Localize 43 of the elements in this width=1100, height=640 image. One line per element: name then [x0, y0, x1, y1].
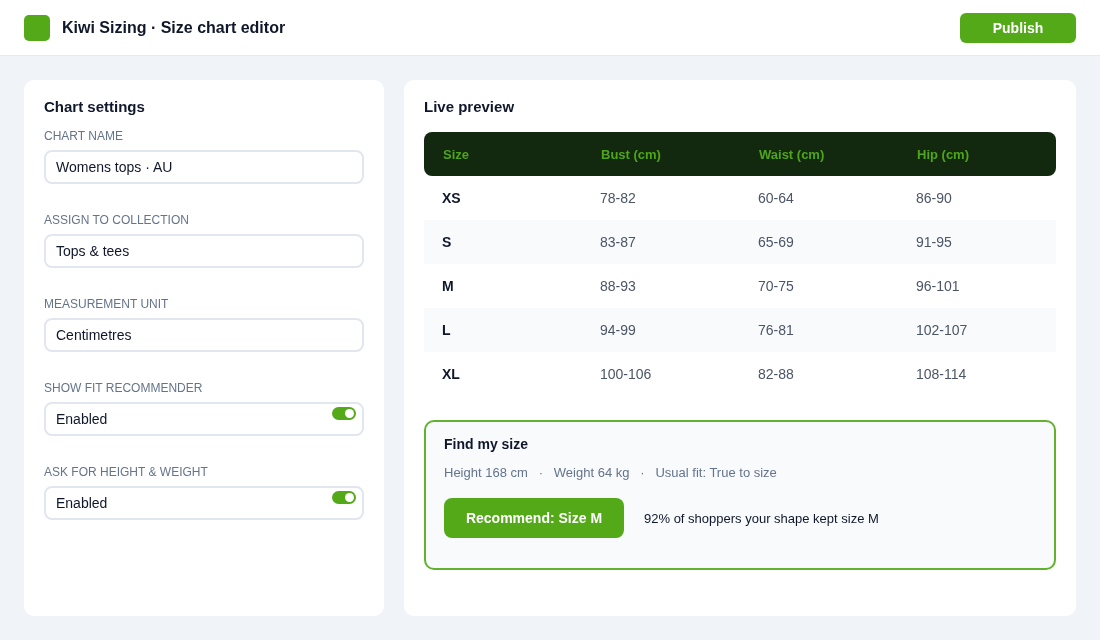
- logo-icon: [24, 14, 50, 41]
- table-cell: 60-64: [758, 190, 794, 206]
- field-label: MEASUREMENT UNIT: [44, 296, 170, 312]
- table-cell: 94-99: [600, 322, 636, 338]
- input-field[interactable]: Womens tops · AU: [44, 150, 364, 184]
- recommender-title: Find my size: [444, 435, 529, 453]
- column-header: Hip (cm): [917, 146, 969, 162]
- table-cell: 96-101: [916, 278, 960, 294]
- table-cell: 76-81: [758, 322, 794, 338]
- table-cell: 78-82: [600, 190, 636, 206]
- field-label: SHOW FIT RECOMMENDER: [44, 380, 204, 396]
- field-label: CHART NAME: [44, 128, 124, 144]
- table-cell: 65-69: [758, 234, 794, 250]
- table-cell: 100-106: [600, 366, 652, 382]
- size-cell: M: [442, 278, 454, 294]
- size-cell: L: [442, 322, 451, 338]
- table-cell: 86-90: [916, 190, 952, 206]
- field-label: ASSIGN TO COLLECTION: [44, 212, 190, 228]
- size-cell: XS: [442, 190, 461, 206]
- table-cell: 91-95: [916, 234, 952, 250]
- table-cell: 83-87: [600, 234, 636, 250]
- input-field[interactable]: Tops & tees: [44, 234, 364, 268]
- table-cell: 102-107: [916, 322, 968, 338]
- table-cell: 88-93: [600, 278, 636, 294]
- recommender-details: Height 168 cm · Weight 64 kg · Usual fit: True to size: [444, 465, 777, 481]
- input-field[interactable]: Centimetres: [44, 318, 364, 352]
- column-header: Bust (cm): [601, 146, 661, 162]
- panel-title: Live preview: [424, 98, 516, 116]
- table-cell: 70-75: [758, 278, 794, 294]
- panel-title: Chart settings: [44, 98, 146, 116]
- toggle-value: Enabled: [56, 495, 108, 511]
- field-label: ASK FOR HEIGHT & WEIGHT: [44, 464, 209, 480]
- table-cell: 82-88: [758, 366, 794, 382]
- recommendation-note: 92% of shoppers your shape kept size M: [644, 510, 879, 526]
- app-title: Kiwi Sizing · Size chart editor: [62, 18, 286, 37]
- toggle-value: Enabled: [56, 411, 108, 427]
- column-header: Waist (cm): [759, 146, 825, 162]
- toggle-switch[interactable]: [332, 491, 356, 504]
- size-cell: XL: [442, 366, 460, 382]
- toggle-switch[interactable]: [332, 407, 356, 420]
- size-cell: S: [442, 234, 452, 250]
- column-header: Size: [443, 146, 469, 162]
- table-cell: 108-114: [916, 366, 967, 382]
